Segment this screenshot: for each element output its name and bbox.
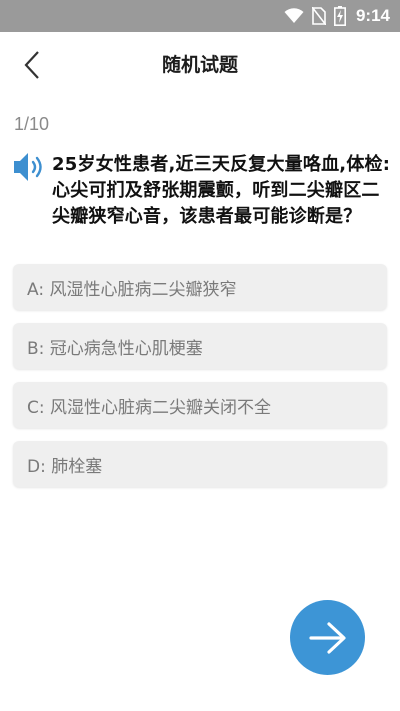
option-label: D: 肺栓塞 (27, 456, 103, 477)
header: 随机试题 (0, 32, 400, 98)
back-button[interactable] (14, 46, 50, 84)
status-time: 9:14 (355, 6, 390, 25)
page-title: 随机试题 (161, 54, 238, 76)
chevron-left-icon (24, 51, 40, 79)
option-b[interactable]: B: 冠心病急性心肌梗塞 (13, 323, 387, 369)
option-d[interactable]: D: 肺栓塞 (13, 441, 387, 487)
question-progress: 1/10 (14, 114, 50, 134)
status-bar: 9:14 (0, 0, 400, 32)
no-sim-icon (311, 7, 326, 25)
arrow-right-icon (308, 621, 348, 655)
option-label: C: 风湿性心脏病二尖瓣关闭不全 (27, 397, 272, 418)
battery-charging-icon (333, 6, 346, 26)
answer-options: A: 风湿性心脏病二尖瓣狭窄 B: 冠心病急性心肌梗塞 C: 风湿性心脏病二尖瓣… (13, 264, 387, 500)
next-button[interactable] (290, 600, 365, 675)
status-icons: 9:14 (284, 0, 390, 32)
option-c[interactable]: C: 风湿性心脏病二尖瓣关闭不全 (13, 382, 387, 428)
question-text: 25岁女性患者,近三天反复大量咯血,体检:心尖可扪及舒张期震颤，听到二尖瓣区二尖… (52, 154, 391, 227)
option-a[interactable]: A: 风湿性心脏病二尖瓣狭窄 (13, 264, 387, 310)
option-label: A: 风湿性心脏病二尖瓣狭窄 (27, 279, 237, 300)
speaker-icon[interactable] (12, 150, 46, 184)
option-label: B: 冠心病急性心肌梗塞 (27, 338, 203, 359)
wifi-icon (284, 8, 304, 24)
